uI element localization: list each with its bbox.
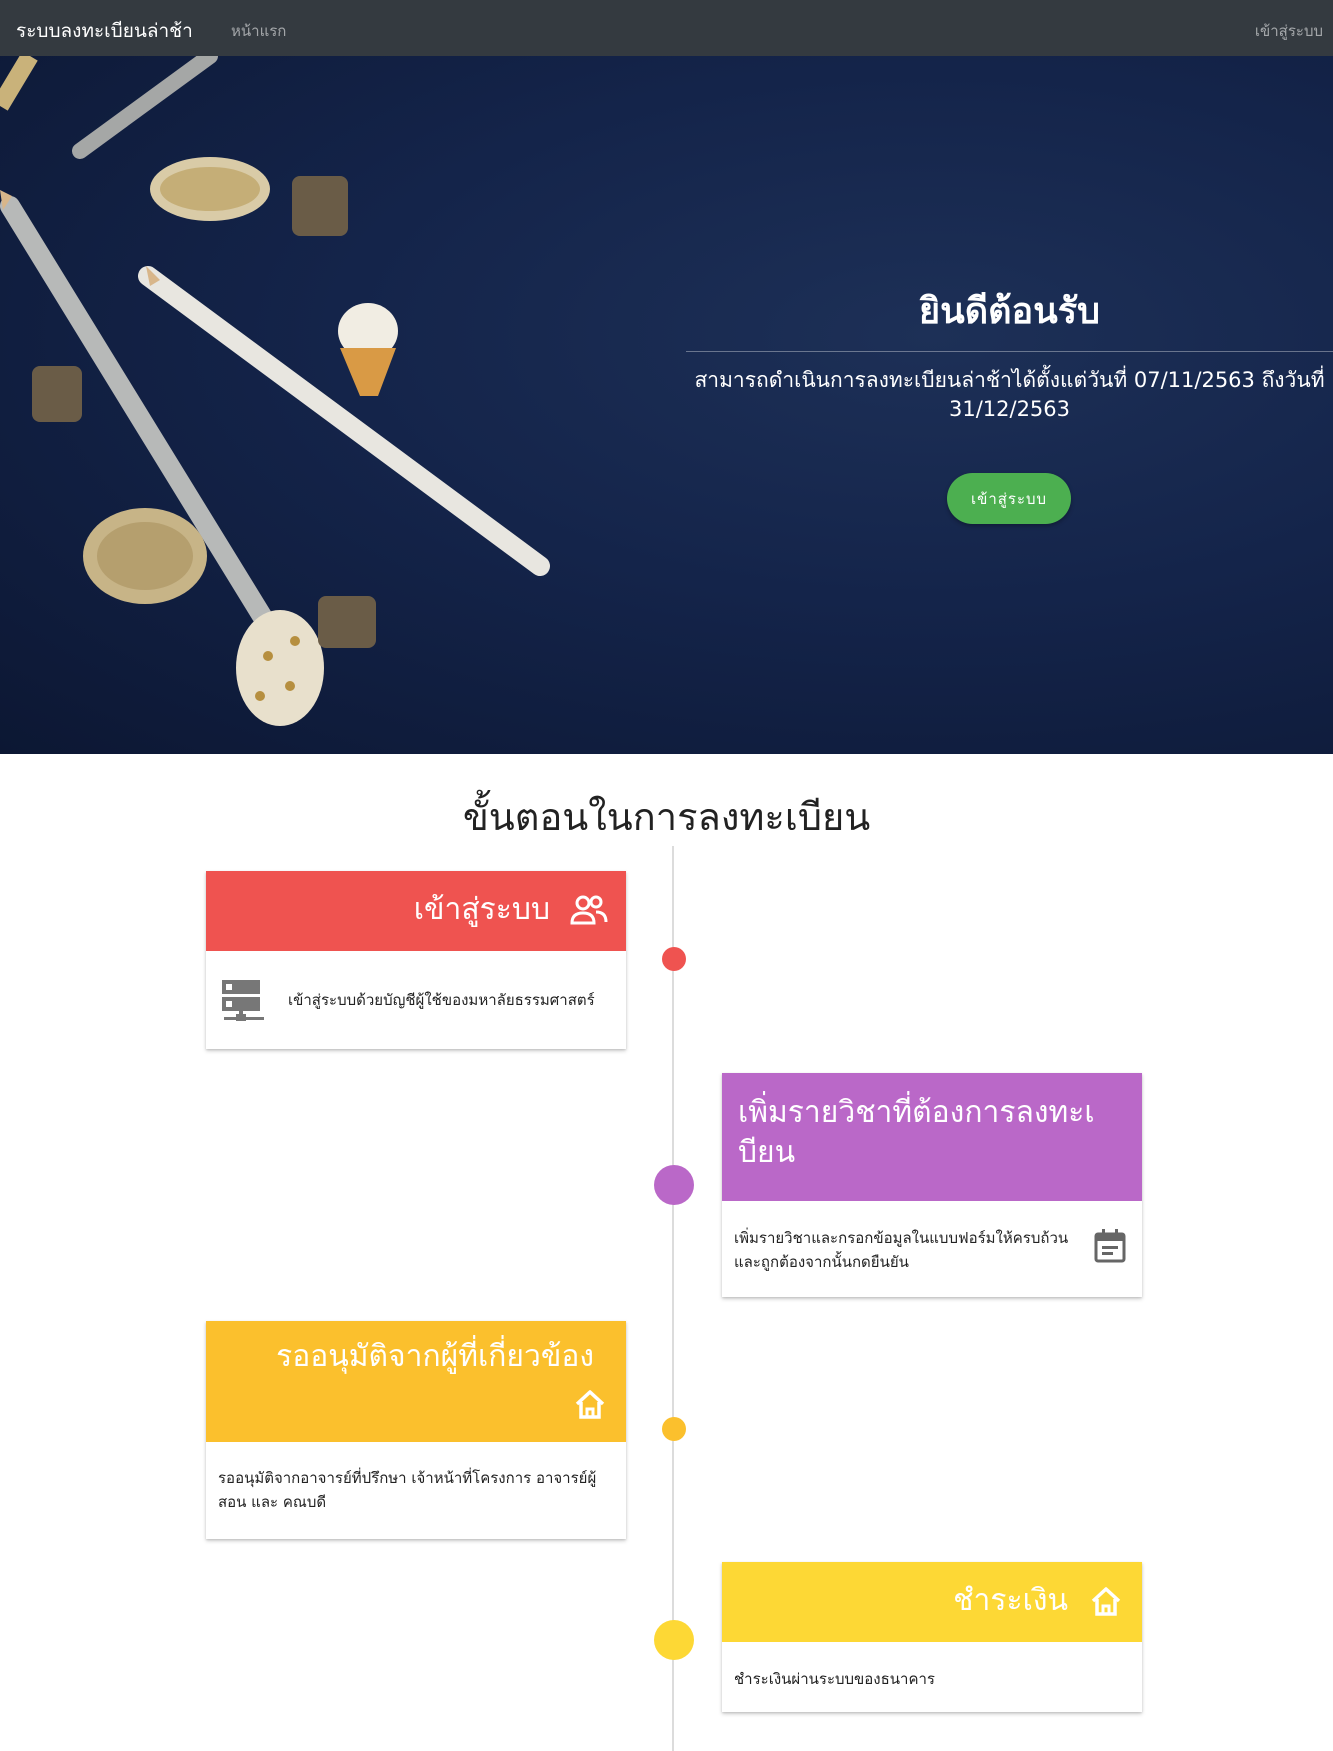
server-icon: [222, 980, 264, 1029]
step-description-line1: เพิ่มรายวิชาและกรอกข้อมูลในแบบฟอร์มให้คร…: [734, 1229, 1069, 1247]
step-description: เพิ่มรายวิชาและกรอกข้อมูลในแบบฟอร์มให้คร…: [734, 1226, 1068, 1274]
step-card-body: รออนุมัติจากอาจารย์ที่ปรึกษา เจ้าหน้าที่…: [206, 1442, 626, 1539]
step-card-header: รออนุมัติจากผู้ที่เกี่ยวข้อง: [206, 1321, 626, 1442]
stationery-background-image: [0, 56, 550, 726]
nav-login-link[interactable]: เข้าสู่ระบบ: [1255, 19, 1323, 43]
timeline-dot-4: [654, 1620, 694, 1660]
hero-subtitle: สามารถดำเนินการลงทะเบียนล่าช้าได้ตั้งแต่…: [686, 366, 1333, 424]
hero-subtitle-line1: สามารถดำเนินการลงทะเบียนล่าช้าได้ตั้งแต่…: [694, 368, 1325, 392]
hero-title: ยินดีต้อนรับ: [919, 291, 1100, 332]
step-card-body: ชำระเงินผ่านระบบของธนาคาร: [722, 1642, 1142, 1712]
step-description: ชำระเงินผ่านระบบของธนาคาร: [734, 1670, 935, 1688]
calendar-icon: [1094, 1229, 1126, 1270]
navbar: ระบบลงทะเบียนล่าช้า หน้าแรก เข้าสู่ระบบ: [0, 0, 1333, 56]
step-card-header: เข้าสู่ระบบ: [206, 871, 626, 951]
nav-home-link[interactable]: หน้าแรก: [231, 19, 286, 43]
timeline-dot-3: [662, 1417, 686, 1441]
hero-divider: [686, 351, 1333, 352]
step-card-body: เข้าสู่ระบบด้วยบัญชีผู้ใช้ของมหาลัยธรรมศ…: [206, 951, 626, 1049]
hero-subtitle-line2: 31/12/2563: [948, 397, 1071, 421]
step-description-line2: และถูกต้องจากนั้นกดยืนยัน: [734, 1253, 909, 1271]
hero-login-button[interactable]: เข้าสู่ระบบ: [947, 473, 1071, 524]
step-card-login: เข้าสู่ระบบ เข้าสู่ระบบด้วยบัญชีผู้ใช้ขอ…: [206, 871, 626, 1049]
timeline-line: [672, 846, 674, 1751]
step-title-line2: บียน: [738, 1135, 796, 1170]
home-icon: [1090, 1586, 1122, 1620]
hero-banner: ยินดีต้อนรับ สามารถดำเนินการลงทะเบียนล่า…: [0, 56, 1333, 754]
step-description-line1: รออนุมัติจากอาจารย์ที่ปรึกษา เจ้าหน้าที่…: [218, 1469, 597, 1487]
step-description-line2: สอน และ คณบดี: [218, 1493, 327, 1511]
steps-title: ขั้นตอนในการลงทะเบียน: [462, 795, 871, 839]
step-title: เพิ่มรายวิชาที่ต้องการลงทะเ บียน: [738, 1093, 1126, 1173]
brand-link[interactable]: ระบบลงทะเบียนล่าช้า: [16, 16, 193, 46]
step-card-add-course: เพิ่มรายวิชาที่ต้องการลงทะเ บียน เพิ่มรา…: [722, 1073, 1142, 1297]
people-icon: [570, 893, 608, 931]
step-title: ชำระเงิน: [953, 1583, 1068, 1618]
step-title: เข้าสู่ระบบ: [413, 892, 550, 927]
step-card-payment: ชำระเงิน ชำระเงินผ่านระบบของธนาคาร: [722, 1562, 1142, 1712]
timeline-dot-1: [662, 947, 686, 971]
step-description: เข้าสู่ระบบด้วยบัญชีผู้ใช้ของมหาลัยธรรมศ…: [288, 991, 595, 1009]
step-card-header: เพิ่มรายวิชาที่ต้องการลงทะเ บียน: [722, 1073, 1142, 1201]
home-icon: [574, 1389, 606, 1423]
step-title-line1: เพิ่มรายวิชาที่ต้องการลงทะเ: [738, 1095, 1095, 1130]
step-card-approval: รออนุมัติจากผู้ที่เกี่ยวข้อง รออนุมัติจา…: [206, 1321, 626, 1539]
step-card-header: ชำระเงิน: [722, 1562, 1142, 1642]
step-title: รออนุมัติจากผู้ที่เกี่ยวข้อง: [276, 1339, 594, 1374]
timeline-dot-2: [654, 1165, 694, 1205]
step-card-body: เพิ่มรายวิชาและกรอกข้อมูลในแบบฟอร์มให้คร…: [722, 1201, 1142, 1297]
step-description: รออนุมัติจากอาจารย์ที่ปรึกษา เจ้าหน้าที่…: [218, 1466, 596, 1514]
